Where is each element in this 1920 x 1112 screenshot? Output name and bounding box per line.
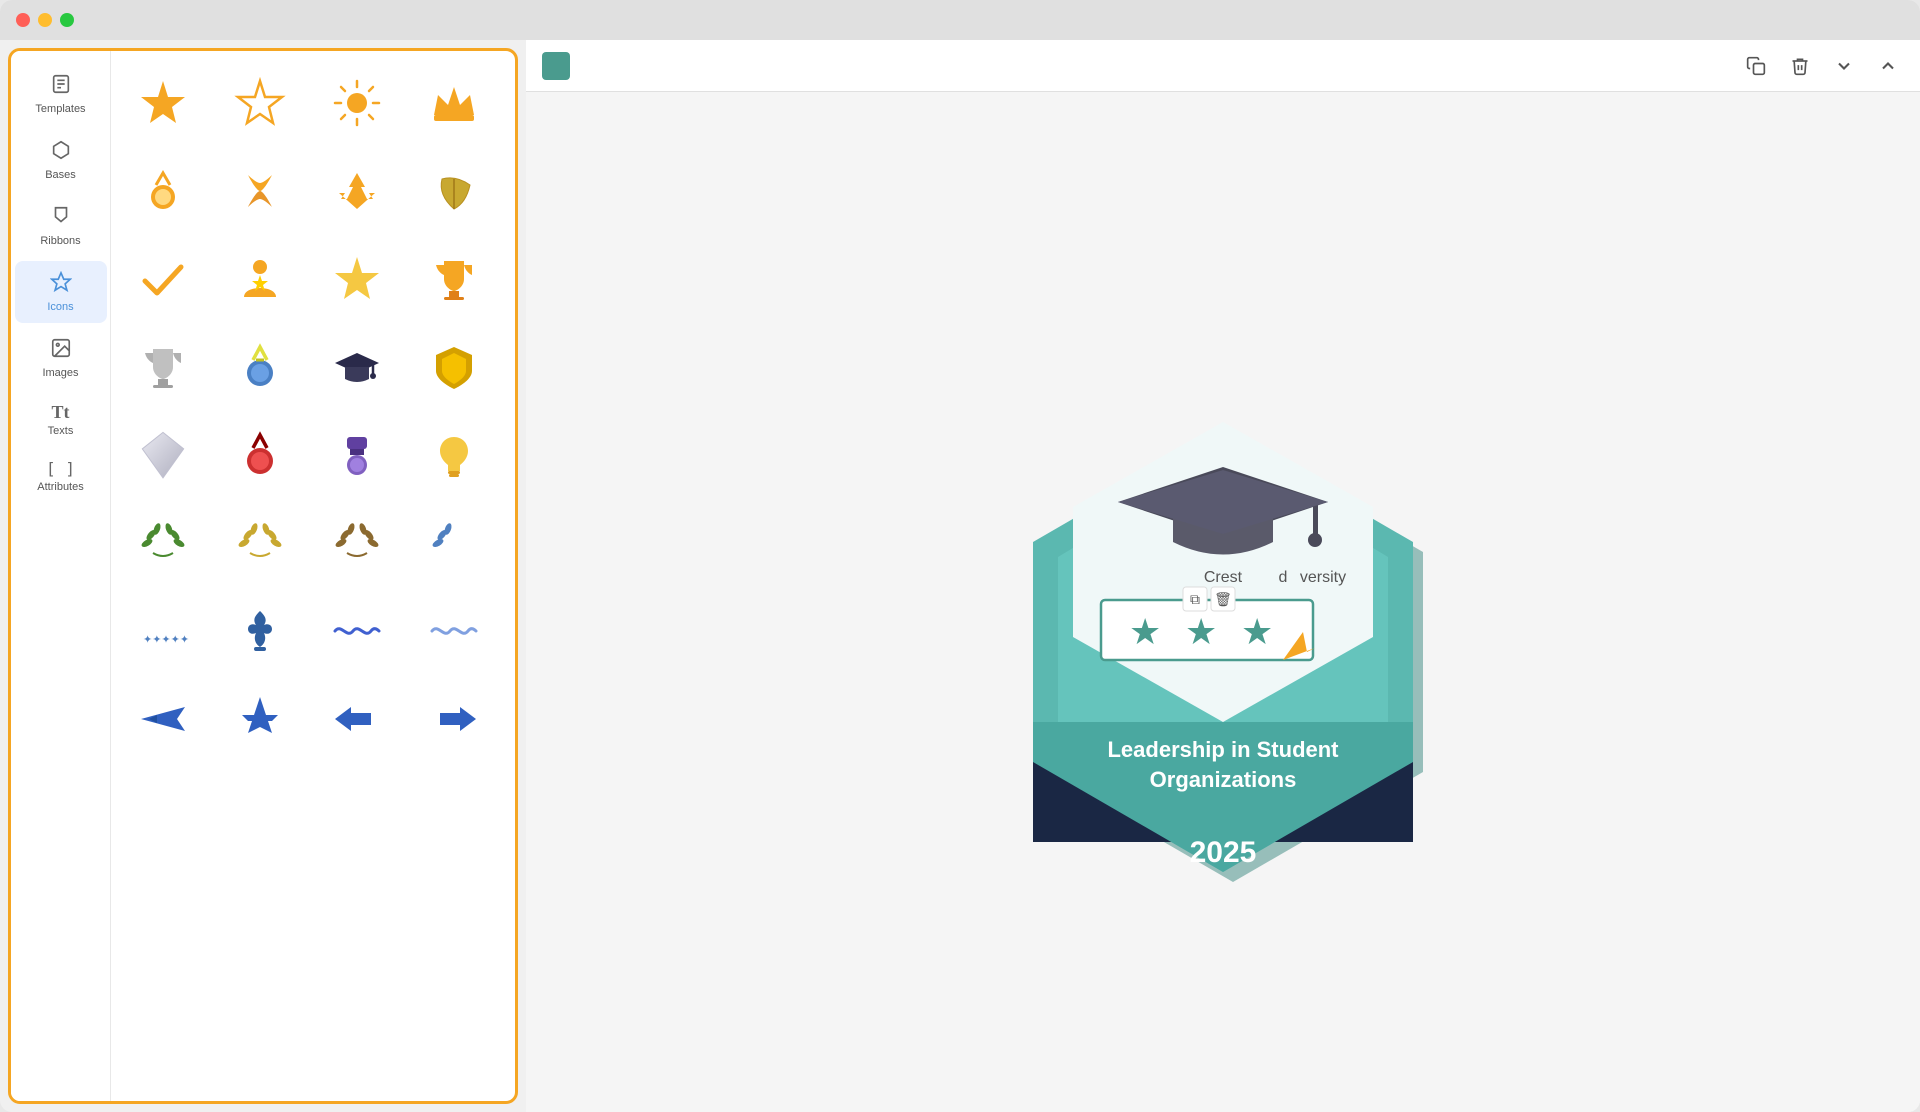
svg-text:★: ★ (1129, 611, 1161, 652)
svg-text:★: ★ (1241, 611, 1273, 652)
images-icon (50, 337, 72, 363)
svg-text:★: ★ (1185, 611, 1217, 652)
copy-button[interactable] (1740, 50, 1772, 82)
icon-person-award[interactable] (220, 239, 300, 319)
sidebar-item-texts[interactable]: Tt Texts (15, 393, 107, 447)
app-window: Templates Bases (0, 0, 1920, 1112)
images-label: Images (42, 367, 78, 379)
svg-text:2025: 2025 (1190, 836, 1257, 869)
sidebar-nav: Templates Bases (11, 51, 111, 1101)
svg-text:Leadership in Student: Leadership in Student (1107, 737, 1339, 762)
icon-medal-blue[interactable] (220, 327, 300, 407)
icon-plane[interactable] (123, 679, 203, 759)
texts-icon: Tt (52, 403, 70, 421)
icon-lightbulb[interactable] (414, 415, 494, 495)
titlebar (0, 0, 1920, 40)
icon-grad-cap[interactable] (317, 327, 397, 407)
icon-laurel-partial[interactable] (414, 503, 494, 583)
right-toolbar (526, 40, 1920, 92)
delete-button[interactable] (1784, 50, 1816, 82)
attributes-label: Attributes (37, 481, 83, 493)
icon-outline-star[interactable] (220, 63, 300, 143)
icon-medal-ribbon[interactable] (123, 151, 203, 231)
icon-diamond[interactable] (123, 415, 203, 495)
icon-medal-red[interactable] (220, 415, 300, 495)
close-button[interactable] (16, 13, 30, 27)
icon-arrow-left[interactable] (317, 679, 397, 759)
templates-icon (50, 73, 72, 99)
svg-text:✦✦✦✦✦✦: ✦✦✦✦✦✦ (143, 634, 189, 646)
svg-text:Organizations: Organizations (1150, 767, 1297, 792)
sidebar-item-ribbons[interactable]: Ribbons (15, 195, 107, 257)
icons-grid-area: ✦✦✦✦✦✦ (111, 51, 515, 1101)
icon-arrow-right[interactable] (414, 679, 494, 759)
icon-laurel-green[interactable] (123, 503, 203, 583)
icon-medal-purple[interactable] (317, 415, 397, 495)
sidebar-item-icons[interactable]: Icons (15, 261, 107, 323)
svg-text:🗑: 🗑 (1214, 591, 1232, 607)
sidebar-item-templates[interactable]: Templates (15, 63, 107, 125)
badge-wrapper: Crest d versity ★ ★ ★ Leadership in Stud… (953, 292, 1493, 912)
icon-wave-blue[interactable] (317, 591, 397, 671)
icons-grid: ✦✦✦✦✦✦ (123, 63, 503, 759)
icon-star-gold-2[interactable] (317, 239, 397, 319)
templates-label: Templates (35, 103, 85, 115)
icon-trophy[interactable] (414, 239, 494, 319)
bases-icon (50, 139, 72, 165)
icon-laurel-gold[interactable] (220, 503, 300, 583)
ribbons-icon (50, 205, 72, 231)
svg-text:d: d (1279, 569, 1288, 586)
maximize-button[interactable] (60, 13, 74, 27)
icon-plane-2[interactable] (220, 679, 300, 759)
icon-sun[interactable] (317, 63, 397, 143)
icon-gold-star[interactable] (123, 63, 203, 143)
badge-svg: Crest d versity ★ ★ ★ Leadership in Stud… (953, 292, 1493, 912)
icon-shield[interactable] (414, 327, 494, 407)
svg-text:versity: versity (1300, 569, 1346, 586)
svg-text:⧉: ⧉ (1190, 591, 1200, 607)
icon-fleur-de-lis[interactable] (220, 591, 300, 671)
svg-text:Crest: Crest (1204, 569, 1243, 586)
color-swatch[interactable] (542, 52, 570, 80)
attributes-icon: [ ] (46, 461, 75, 477)
content-area: Templates Bases (0, 40, 1920, 1112)
icon-recycle[interactable] (317, 151, 397, 231)
badge-canvas: Crest d versity ★ ★ ★ Leadership in Stud… (526, 92, 1920, 1112)
chevron-up-button[interactable] (1872, 50, 1904, 82)
icons-label: Icons (47, 301, 73, 313)
texts-label: Texts (48, 425, 74, 437)
icon-sparkles[interactable]: ✦✦✦✦✦✦ (123, 591, 203, 671)
sidebar-item-images[interactable]: Images (15, 327, 107, 389)
bases-label: Bases (45, 169, 76, 181)
chevron-down-button[interactable] (1828, 50, 1860, 82)
icons-icon (50, 271, 72, 297)
icon-checkmark[interactable] (123, 239, 203, 319)
minimize-button[interactable] (38, 13, 52, 27)
sidebar-item-bases[interactable]: Bases (15, 129, 107, 191)
icon-wave-light[interactable] (414, 591, 494, 671)
icon-crown[interactable] (414, 63, 494, 143)
icon-silver-trophy[interactable] (123, 327, 203, 407)
sidebar-item-attributes[interactable]: [ ] Attributes (15, 451, 107, 503)
icon-ribbon-cross[interactable] (220, 151, 300, 231)
left-panel: Templates Bases (8, 48, 518, 1104)
icon-leaf[interactable] (414, 151, 494, 231)
ribbons-label: Ribbons (40, 235, 80, 247)
icon-laurel-brown[interactable] (317, 503, 397, 583)
right-panel: Crest d versity ★ ★ ★ Leadership in Stud… (526, 40, 1920, 1112)
